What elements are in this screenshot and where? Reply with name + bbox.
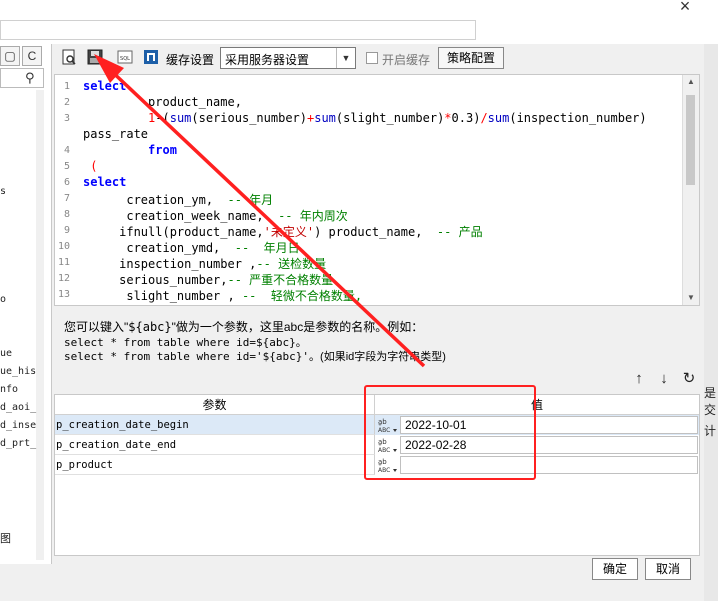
line-number: 9 [63, 225, 70, 236]
code-line: pass_rate [83, 127, 149, 141]
code-line: creation_ym, -- 年月 [83, 193, 274, 207]
scroll-down-icon[interactable]: ▼ [683, 291, 699, 305]
list-item[interactable]: ue [0, 348, 12, 359]
list-item[interactable]: o [0, 294, 6, 305]
line-number: 10 [57, 241, 70, 252]
cache-settings-label: 缓存设置 [166, 53, 215, 67]
list-item[interactable]: s [0, 186, 6, 197]
line-number: 2 [63, 97, 70, 108]
save-sql-icon[interactable] [86, 48, 104, 66]
code-line: product_name, [83, 95, 242, 109]
move-down-icon[interactable]: ↓ [655, 370, 673, 388]
left-panel: ▢ C ⚲ s o ue ue_his nfo d_aoi_ d_inse d_… [0, 44, 52, 564]
refresh-params-icon[interactable]: ↻ [680, 370, 698, 388]
parameter-help: 您可以键入"${abc}"做为一个参数，这里abc是参数的名称。例如： sele… [54, 308, 700, 368]
toolbar: SQL 缓存设置 采用服务器设置 ▼ 开启缓存 策略配置 [54, 44, 704, 72]
line-number: 3 [63, 113, 70, 124]
editor-scrollbar[interactable]: ▲ ▼ [682, 75, 699, 305]
right-edge-text: 是交 [704, 386, 717, 417]
line-number-gutter: 1 2 3 4 5 6 7 8 9 10 11 12 13 [55, 75, 77, 305]
search-icon[interactable]: ⚲ [25, 70, 35, 86]
list-item[interactable]: nfo [0, 384, 18, 395]
line-number: 1 [63, 81, 70, 92]
code-line: slight_number , -- 轻微不合格数量, [83, 289, 363, 303]
code-line: serious_number,-- 严重不合格数量 [83, 273, 334, 287]
param-name: p_creation_date_end [55, 435, 375, 455]
list-item[interactable]: d_prt_ [0, 438, 36, 449]
param-name: p_product [55, 455, 375, 475]
code-line: creation_ymd, -- 年月日 [83, 241, 300, 255]
code-line: select [83, 79, 127, 93]
code-line: ( [90, 159, 98, 173]
scroll-up-icon[interactable]: ▲ [683, 75, 699, 89]
top-field[interactable] [0, 20, 476, 40]
line-number: 8 [63, 209, 70, 220]
highlight-box [364, 385, 536, 480]
cache-mode-select[interactable]: 采用服务器设置 ▼ [220, 47, 356, 69]
line-number: 11 [57, 257, 70, 268]
svg-text:SQL: SQL [120, 56, 130, 62]
editor-scroll-thumb[interactable] [686, 95, 695, 185]
code-line: creation_week_name, -- 年内周次 [83, 209, 348, 223]
cache-mode-value: 采用服务器设置 [225, 53, 310, 67]
code-line: ifnull(product_name,'未定义') product_name,… [83, 225, 483, 239]
refresh-button[interactable]: C [22, 46, 42, 66]
left-search-input[interactable]: ⚲ [0, 68, 44, 88]
line-number: 5 [63, 161, 70, 172]
cancel-button[interactable]: 取消 [645, 558, 691, 580]
preview-icon[interactable] [60, 48, 78, 66]
code-line: select [83, 175, 127, 189]
param-name: p_creation_date_begin [55, 415, 375, 435]
sql-icon[interactable]: SQL [116, 48, 134, 66]
help-line: select * from table where id='${abc}'。(如… [64, 350, 446, 363]
strategy-config-button[interactable]: 策略配置 [438, 47, 504, 69]
move-up-icon[interactable]: ↑ [630, 370, 648, 388]
right-edge-text: 计 [704, 424, 717, 438]
list-item[interactable]: 图 [0, 530, 11, 546]
list-item[interactable]: ue_his [0, 366, 36, 377]
line-number: 13 [57, 289, 70, 300]
right-edge-panel: 是交 计 [704, 44, 718, 601]
line-number: 4 [63, 145, 70, 156]
left-scrollbar[interactable] [36, 90, 44, 560]
line-number: 12 [57, 273, 70, 284]
line-number: 7 [63, 193, 70, 204]
code-line: 1-(sum(serious_number)+sum(slight_number… [148, 111, 647, 125]
code-line: inspection_number ,-- 送检数量 [83, 257, 327, 271]
filter-button[interactable]: ▢ [0, 46, 20, 66]
enable-cache-checkbox[interactable] [366, 52, 378, 64]
list-item[interactable]: d_aoi_ [0, 402, 36, 413]
line-number: 6 [63, 177, 70, 188]
list-item[interactable]: d_inse [0, 420, 36, 431]
code-line: from [148, 143, 177, 157]
column-header-param: 参数 [55, 395, 375, 415]
help-line: 您可以键入"${abc}"做为一个参数，这里abc是参数的名称。例如： [64, 320, 424, 334]
enable-cache-label: 开启缓存 [382, 53, 431, 67]
close-icon[interactable]: × [674, 0, 696, 16]
sql-editor[interactable]: 1 2 3 4 5 6 7 8 9 10 11 12 13 select pro… [54, 74, 700, 306]
chevron-down-icon[interactable]: ▼ [336, 48, 355, 68]
database-icon[interactable] [142, 48, 160, 66]
ok-button[interactable]: 确定 [592, 558, 638, 580]
